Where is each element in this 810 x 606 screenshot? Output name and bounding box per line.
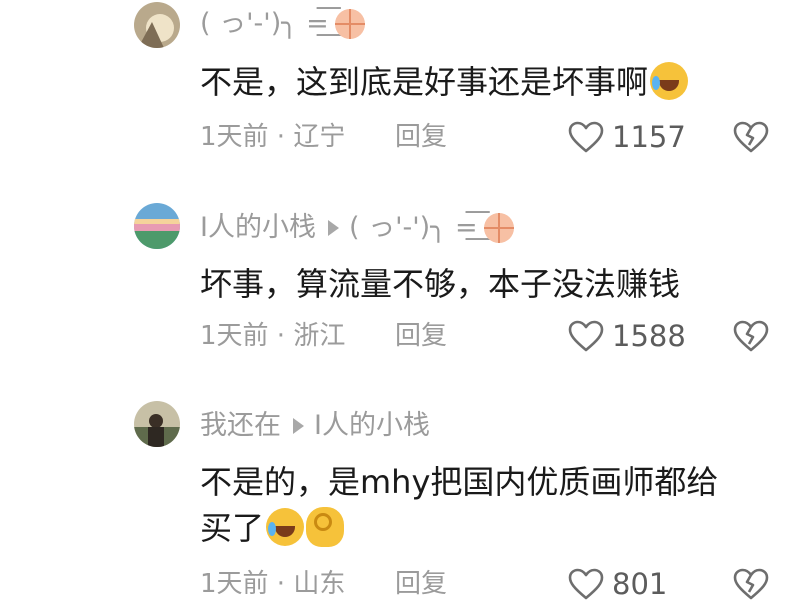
avatar[interactable] (134, 203, 180, 249)
reply-to-username[interactable]: ( っ'-')╮ =͟͟͞͞ (349, 208, 478, 248)
like-button[interactable]: 1588 (568, 316, 686, 356)
comment-meta: 1天前 · 辽宁 回复 1157 (200, 117, 770, 157)
reply-button[interactable]: 回复 (395, 316, 447, 356)
location: 山东 (293, 569, 346, 599)
comment-text-line: 不是，这到底是好事还是坏事啊 (200, 63, 649, 101)
comment-text-line: 买了 (200, 509, 265, 547)
username[interactable]: I人的小栈 (200, 208, 316, 248)
basketball-emoji (483, 213, 514, 243)
basketball-emoji (334, 9, 365, 39)
broken-heart-icon[interactable] (733, 121, 769, 153)
like-count: 1157 (612, 120, 686, 154)
username-line: ( っ'-')╮ =͟͟͞͞ (200, 4, 365, 44)
comment-text: 不是，这到底是好事还是坏事啊 (200, 60, 689, 104)
timestamp: 1天前 (200, 122, 269, 152)
timestamp: 1天前 (200, 321, 269, 351)
rolling-laughing-emoji (266, 508, 305, 546)
play-triangle-icon (327, 220, 339, 236)
username-line: I人的小栈 ( っ'-')╮ =͟͟͞͞ (200, 208, 514, 248)
comment-meta: 1天前 · 山东 回复 801 (200, 564, 770, 604)
reply-to-username[interactable]: I人的小栈 (314, 406, 430, 446)
like-count: 801 (612, 567, 668, 601)
avatar[interactable] (134, 2, 180, 48)
username-line: 我还在 I人的小栈 (200, 406, 430, 446)
comment-text-line: 不是的，是mhy把国内优质画师都给 (200, 463, 719, 501)
username[interactable]: ( っ'-')╮ =͟͟͞͞ (200, 4, 329, 44)
play-triangle-icon (293, 418, 304, 434)
like-button[interactable]: 801 (568, 564, 667, 604)
username[interactable]: 我还在 (200, 406, 281, 446)
comment-text-line: 坏事，算流量不够，本子没法赚钱 (200, 265, 681, 303)
comment-meta: 1天前 · 浙江 回复 1588 (200, 316, 770, 356)
timestamp: 1天前 (200, 569, 269, 599)
ok-hand-emoji (306, 507, 345, 547)
heart-outline-icon (568, 568, 604, 600)
broken-heart-icon[interactable] (733, 320, 769, 352)
comment-text: 买了 (200, 506, 345, 550)
like-count: 1588 (612, 319, 686, 353)
like-button[interactable]: 1157 (568, 117, 686, 157)
comment-text: 不是的，是mhy把国内优质画师都给 (200, 460, 718, 504)
reply-button[interactable]: 回复 (395, 117, 447, 157)
reply-button[interactable]: 回复 (395, 564, 447, 604)
meta-separator: · (268, 122, 294, 152)
location: 浙江 (293, 321, 346, 351)
location: 辽宁 (293, 122, 346, 152)
broken-heart-icon[interactable] (733, 568, 769, 600)
comment-text: 坏事，算流量不够，本子没法赚钱 (200, 262, 680, 306)
heart-outline-icon (568, 121, 604, 153)
avatar[interactable] (134, 401, 180, 447)
meta-separator: · (268, 321, 294, 351)
rolling-laughing-emoji (650, 62, 689, 100)
meta-separator: · (268, 569, 294, 599)
heart-outline-icon (568, 320, 604, 352)
